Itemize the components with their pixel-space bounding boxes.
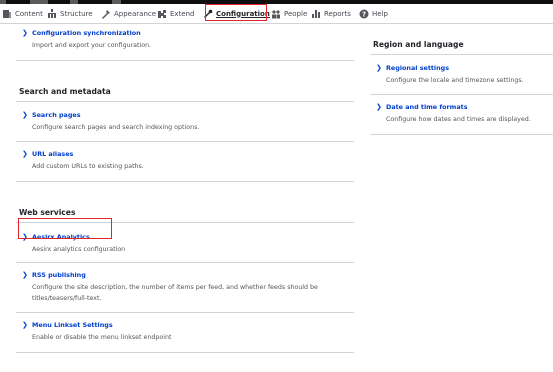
- configuration-icon: [203, 9, 213, 19]
- toolbar-item-label: Content: [15, 9, 43, 18]
- divider: [16, 262, 354, 263]
- menu-linkset-settings-link[interactable]: ❯ Menu Linkset Settings: [22, 320, 354, 330]
- date-time-formats-link[interactable]: ❯ Date and time formats: [376, 102, 553, 112]
- item-description: Configure the locale and timezone settin…: [386, 77, 524, 84]
- panel-title: Web services: [16, 202, 354, 223]
- item-link-label: Configuration synchronization: [32, 29, 141, 37]
- svg-text:?: ?: [362, 10, 366, 18]
- item-description: Configure the site description, the numb…: [32, 284, 318, 291]
- help-icon: ?: [359, 9, 369, 19]
- item-description: Enable or disable the menu linkset endpo…: [32, 334, 172, 341]
- item-link-label: Aesirx Analytics: [32, 233, 90, 241]
- divider: [16, 312, 354, 313]
- divider: [16, 181, 354, 182]
- toolbar-item-structure[interactable]: Structure: [47, 4, 93, 23]
- chevron-right-icon: ❯: [376, 64, 382, 72]
- divider: [370, 94, 553, 95]
- panel-web-services: Web services ❯ Aesirx Analytics Aesirx a…: [16, 202, 354, 353]
- divider: [370, 134, 553, 135]
- aesirx-analytics-link[interactable]: ❯ Aesirx Analytics: [22, 232, 354, 242]
- toolbar-item-label: Help: [372, 9, 388, 18]
- divider: [16, 352, 354, 353]
- item-description: Aesirx analytics configuration: [32, 246, 126, 253]
- extend-icon: [157, 9, 167, 19]
- item-description-continued: titles/teasers/full-text.: [32, 295, 102, 302]
- toolbar-item-reports[interactable]: Reports: [311, 4, 351, 23]
- url-aliases-link[interactable]: ❯ URL aliases: [22, 149, 354, 159]
- toolbar-item-appearance[interactable]: Appearance: [101, 4, 156, 23]
- chevron-right-icon: ❯: [22, 150, 28, 158]
- list-item: ❯ URL aliases Add custom URLs to existin…: [16, 149, 354, 172]
- list-item: ❯ RSS publishing Configure the site desc…: [16, 270, 354, 304]
- divider: [16, 141, 354, 142]
- item-link-label: Regional settings: [386, 64, 450, 72]
- rss-publishing-link[interactable]: ❯ RSS publishing: [22, 270, 354, 280]
- toolbar-item-label: Structure: [60, 9, 93, 18]
- item-description: Add custom URLs to existing paths.: [32, 163, 144, 170]
- appearance-icon: [101, 9, 111, 19]
- config-sync-link[interactable]: ❯ Configuration synchronization: [22, 28, 354, 38]
- list-item: ❯ Date and time formats Configure how da…: [370, 102, 553, 125]
- list-item: ❯ Menu Linkset Settings Enable or disabl…: [16, 320, 354, 343]
- item-link-label: Menu Linkset Settings: [32, 321, 113, 329]
- admin-toolbar: Content Structure Appearance Extend Conf…: [0, 4, 553, 24]
- chevron-right-icon: ❯: [22, 111, 28, 119]
- search-pages-link[interactable]: ❯ Search pages: [22, 110, 354, 120]
- list-item: ❯ Configuration synchronization Import a…: [16, 28, 354, 51]
- toolbar-item-label: Reports: [324, 9, 351, 18]
- regional-settings-link[interactable]: ❯ Regional settings: [376, 63, 553, 73]
- chevron-right-icon: ❯: [22, 321, 28, 329]
- divider: [16, 60, 354, 61]
- toolbar-item-content[interactable]: Content: [2, 4, 43, 23]
- list-item: ❯ Regional settings Configure the locale…: [370, 63, 553, 86]
- toolbar-item-label: People: [284, 9, 308, 18]
- item-link-label: URL aliases: [32, 150, 74, 158]
- chevron-right-icon: ❯: [376, 103, 382, 111]
- list-item: ❯ Search pages Configure search pages an…: [16, 110, 354, 133]
- toolbar-item-label: Configuration: [216, 9, 270, 18]
- chevron-right-icon: ❯: [22, 233, 28, 241]
- item-link-label: Date and time formats: [386, 103, 468, 111]
- panel-title: Search and metadata: [16, 81, 354, 102]
- item-description: Import and export your configuration.: [32, 42, 152, 49]
- item-description: Configure how dates and times are displa…: [386, 116, 531, 123]
- right-column: Region and language ❯ Regional settings …: [370, 34, 553, 135]
- list-item: ❯ Aesirx Analytics Aesirx analytics conf…: [16, 232, 354, 255]
- toolbar-item-people[interactable]: People: [271, 4, 307, 23]
- toolbar-item-label: Appearance: [114, 9, 157, 18]
- structure-icon: [47, 8, 57, 19]
- item-description: Configure search pages and search indexi…: [32, 124, 200, 131]
- content-icon: [2, 9, 12, 19]
- left-column: ❯ Configuration synchronization Import a…: [16, 24, 354, 353]
- reports-icon: [311, 9, 321, 19]
- toolbar-item-extend[interactable]: Extend: [157, 4, 195, 23]
- toolbar-item-configuration[interactable]: Configuration: [203, 4, 270, 23]
- toolbar-item-help[interactable]: ? Help: [359, 4, 388, 23]
- toolbar-item-label: Extend: [170, 9, 195, 18]
- item-link-label: RSS publishing: [32, 271, 86, 279]
- people-icon: [271, 9, 281, 19]
- chevron-right-icon: ❯: [22, 29, 28, 37]
- panel-search-metadata: Search and metadata ❯ Search pages Confi…: [16, 81, 354, 182]
- item-link-label: Search pages: [32, 111, 81, 119]
- panel-region-language: Region and language ❯ Regional settings …: [370, 34, 553, 135]
- chevron-right-icon: ❯: [22, 271, 28, 279]
- panel-title: Region and language: [370, 34, 553, 55]
